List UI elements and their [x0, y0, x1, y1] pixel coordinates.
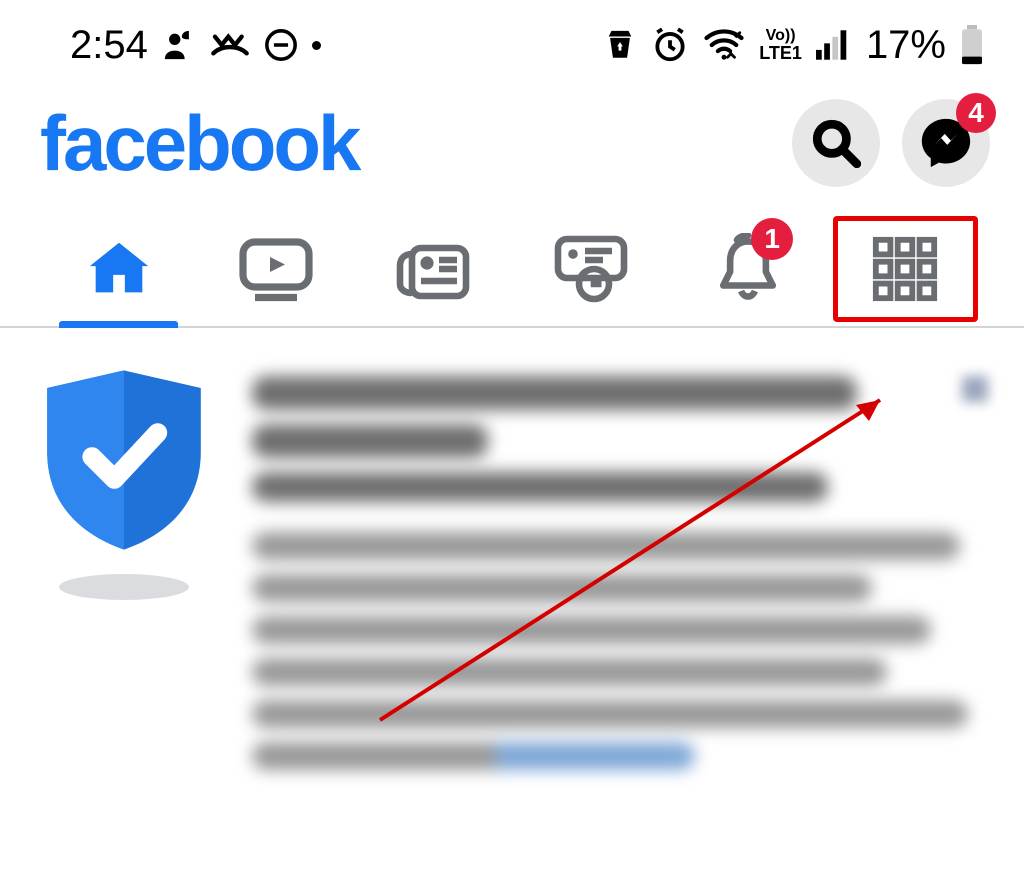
- notifications-badge: 1: [751, 218, 793, 260]
- status-right: Vo)) LTE1 17%: [603, 23, 984, 68]
- more-notifications-dot: [312, 41, 321, 50]
- person-speech-icon: [162, 28, 196, 62]
- shield-icon: [44, 370, 204, 550]
- shield-graphic: [34, 370, 214, 784]
- search-button[interactable]: [792, 99, 880, 187]
- status-left: 2:54: [70, 23, 321, 68]
- memories-icon: [552, 233, 630, 305]
- status-bar: 2:54: [0, 0, 1024, 80]
- signal-icon: [816, 29, 852, 61]
- tab-news[interactable]: [355, 212, 512, 326]
- feed-card: [0, 328, 1024, 784]
- tab-menu[interactable]: [827, 212, 984, 326]
- battery-icon: [960, 25, 984, 65]
- home-icon: [84, 234, 154, 304]
- alarm-icon: [651, 26, 689, 64]
- dismiss-blurred-icon: [962, 376, 988, 402]
- feed-text-blurred: [252, 370, 990, 784]
- missed-call-icon: [210, 28, 250, 62]
- search-icon: [811, 118, 861, 168]
- menu-grid-icon: [870, 234, 940, 304]
- tab-watch[interactable]: [197, 212, 354, 326]
- tab-notifications[interactable]: 1: [669, 212, 826, 326]
- shield-shadow: [59, 574, 189, 600]
- tab-home[interactable]: [40, 212, 197, 326]
- tab-underline: [59, 321, 179, 328]
- volte-bottom: LTE1: [759, 44, 802, 62]
- volte-indicator: Vo)) LTE1: [759, 28, 802, 62]
- watch-icon: [237, 234, 315, 304]
- header-actions: 4: [792, 99, 990, 187]
- news-icon: [394, 234, 472, 304]
- messenger-button[interactable]: 4: [902, 99, 990, 187]
- battery-percent: 17%: [866, 23, 946, 68]
- wifi-icon: [703, 28, 745, 62]
- messenger-badge: 4: [956, 93, 996, 133]
- status-clock: 2:54: [70, 23, 148, 68]
- recycle-icon: [603, 28, 637, 62]
- tab-memories[interactable]: [512, 212, 669, 326]
- facebook-logo[interactable]: facebook: [40, 98, 358, 189]
- volte-top: Vo)): [766, 28, 796, 44]
- do-not-disturb-icon: [264, 28, 298, 62]
- tab-bar: 1: [0, 198, 1024, 328]
- app-header: facebook 4: [0, 80, 1024, 198]
